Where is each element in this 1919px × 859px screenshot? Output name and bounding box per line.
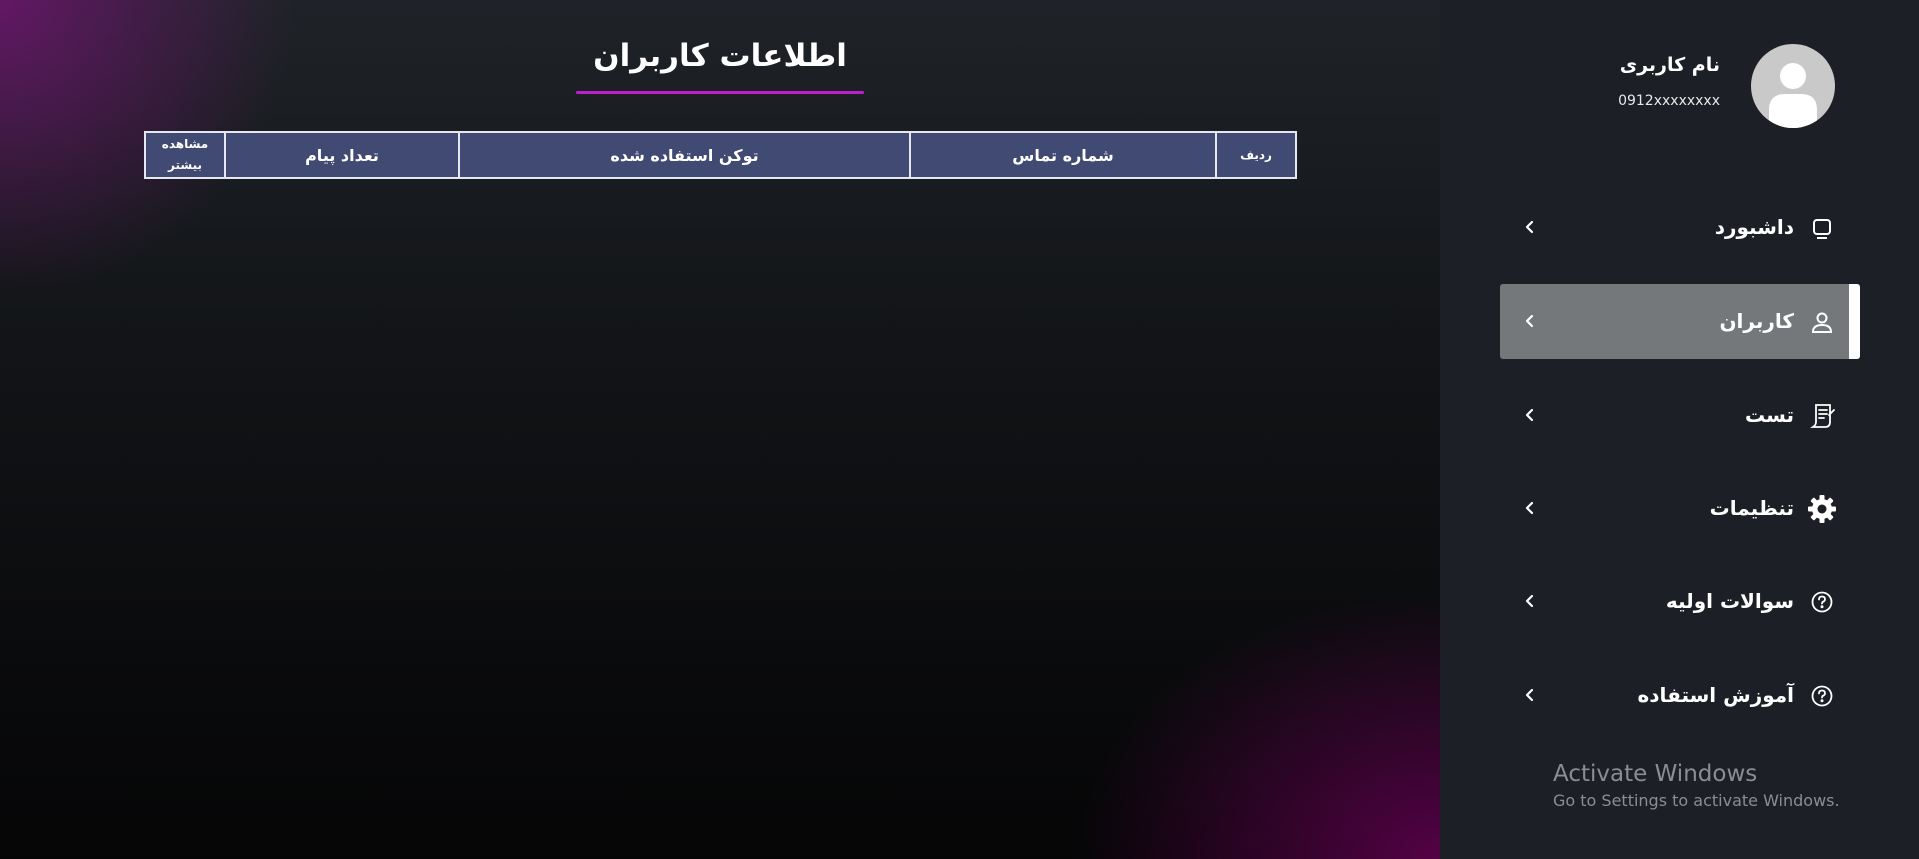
chevron-left-icon	[1520, 685, 1540, 705]
sidebar-item-usage-tutorial[interactable]: آموزش استفاده	[1500, 658, 1860, 733]
user-phone: 0912xxxxxxxx	[1618, 93, 1720, 109]
user-name: نام کاربری	[1619, 54, 1720, 76]
question-circle-icon	[1808, 588, 1836, 616]
sidebar-item-settings[interactable]: تنظیمات	[1500, 471, 1860, 546]
title-underline	[576, 91, 864, 94]
sidebar-item-label: تست	[1744, 403, 1794, 427]
avatar-icon	[1769, 63, 1817, 128]
column-header-view-more: مشاهده بیشتر	[144, 131, 226, 179]
question-circle-icon	[1808, 682, 1836, 710]
column-header-message-count: تعداد پیام	[224, 131, 460, 179]
chevron-left-icon	[1520, 405, 1540, 425]
sidebar-item-users[interactable]: کاربران	[1500, 284, 1860, 359]
column-header-row-number: ردیف	[1215, 131, 1297, 179]
sidebar-item-dashboard[interactable]: داشبورد	[1500, 190, 1860, 265]
sidebar-item-label: تنظیمات	[1709, 496, 1794, 520]
page-title: اطلاعات کاربران	[593, 38, 847, 74]
user-icon	[1808, 308, 1836, 336]
table-header-row: ردیف شماره تماس توکن استفاده شده تعداد پ…	[144, 131, 1297, 179]
chevron-left-icon	[1520, 311, 1540, 331]
chevron-left-icon	[1520, 217, 1540, 237]
sidebar-item-initial-questions[interactable]: سوالات اولیه	[1500, 564, 1860, 639]
watermark-subtitle: Go to Settings to activate Windows.	[1553, 791, 1840, 810]
main-content: اطلاعات کاربران ردیف شماره تماس توکن است…	[0, 0, 1440, 859]
test-document-icon	[1808, 402, 1836, 430]
gear-icon	[1806, 493, 1838, 525]
sidebar-item-label: کاربران	[1719, 309, 1794, 333]
sidebar-item-label: سوالات اولیه	[1665, 589, 1794, 613]
active-indicator	[1849, 284, 1860, 359]
app-root: اطلاعات کاربران ردیف شماره تماس توکن است…	[0, 0, 1919, 859]
sidebar-item-test[interactable]: تست	[1500, 378, 1860, 453]
column-header-tokens-used: توکن استفاده شده	[458, 131, 911, 179]
sidebar-item-label: آموزش استفاده	[1637, 683, 1794, 707]
chevron-left-icon	[1520, 498, 1540, 518]
users-table: ردیف شماره تماس توکن استفاده شده تعداد پ…	[144, 131, 1297, 179]
watermark-title: Activate Windows	[1553, 761, 1758, 787]
dashboard-icon	[1808, 214, 1836, 242]
avatar[interactable]	[1751, 44, 1835, 128]
windows-activation-watermark: Activate Windows Go to Settings to activ…	[1553, 758, 1840, 812]
column-header-phone: شماره تماس	[909, 131, 1217, 179]
chevron-left-icon	[1520, 591, 1540, 611]
sidebar-item-label: داشبورد	[1714, 215, 1794, 239]
